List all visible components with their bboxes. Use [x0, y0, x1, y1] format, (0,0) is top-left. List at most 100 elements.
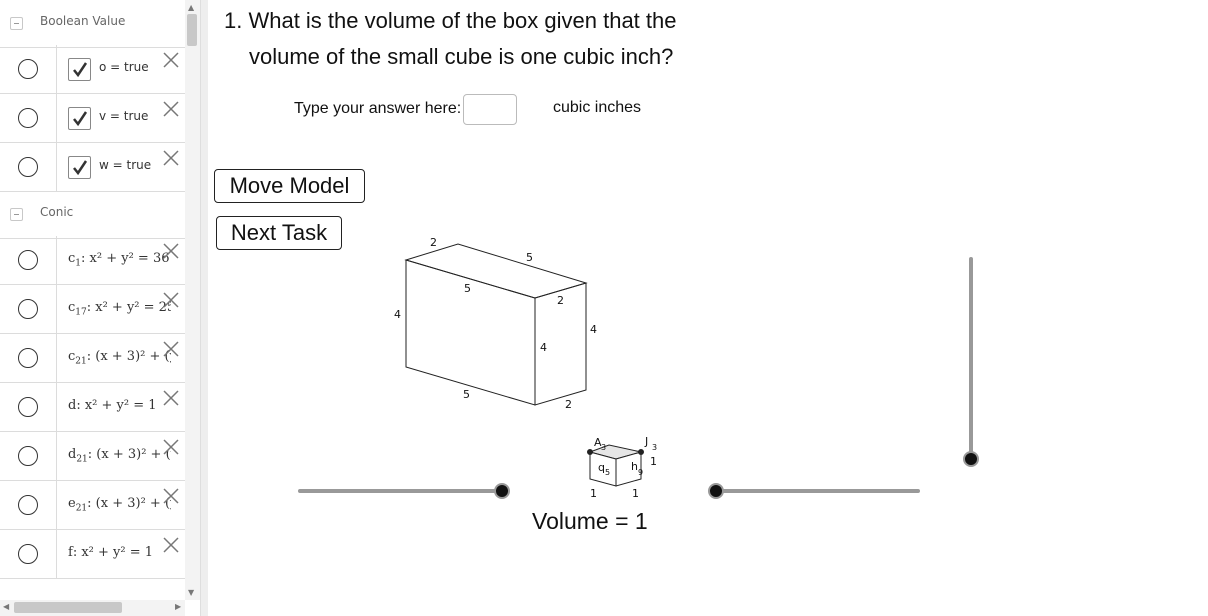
box-label: 5: [526, 251, 533, 264]
collapse-icon[interactable]: [10, 208, 23, 221]
box-label: 2: [557, 294, 564, 307]
algebra-item[interactable]: f: x² + y² = 1: [0, 530, 185, 579]
marble-cell: [0, 481, 57, 529]
scroll-up-arrow-icon[interactable]: ▲: [188, 3, 194, 12]
boolean-checkbox[interactable]: [68, 156, 91, 179]
item-equation: : x² + y² = 1: [72, 545, 154, 560]
box-label: 2: [565, 398, 572, 411]
vertical-slider-knob[interactable]: [963, 451, 979, 467]
marble-cell: [0, 45, 57, 93]
cube-label-h: h: [631, 460, 638, 473]
delete-icon[interactable]: [162, 149, 180, 167]
checkmark-icon: [73, 160, 88, 176]
vertical-slider[interactable]: [963, 257, 979, 467]
item-subscript: 21: [75, 503, 88, 514]
marble-cell: [0, 236, 57, 284]
visibility-toggle-icon[interactable]: [18, 157, 38, 177]
boolean-checkbox[interactable]: [68, 107, 91, 130]
horizontal-scrollbar-thumb[interactable]: [14, 602, 122, 613]
visibility-toggle-icon[interactable]: [18, 108, 38, 128]
vertical-scrollbar[interactable]: [185, 0, 200, 600]
box-label: 5: [464, 282, 471, 295]
cube-label-bottom-right: 1: [632, 487, 639, 500]
cube-label-right: 1: [650, 455, 657, 468]
algebra-item[interactable]: v = true: [0, 94, 185, 143]
algebra-item[interactable]: e21: (x + 3)² + (y −: [0, 481, 185, 530]
algebra-item[interactable]: d: x² + y² = 1: [0, 383, 185, 432]
checkmark-icon: [73, 62, 88, 78]
algebra-view: Boolean Value o = true v = true w = true Con…: [0, 0, 200, 616]
item-definition: d21: (x + 3)² + (y −: [68, 447, 171, 465]
box-label: 5: [463, 388, 470, 401]
item-name: e: [68, 496, 76, 511]
algebra-list: Boolean Value o = true v = true w = true Con…: [0, 0, 185, 600]
delete-icon[interactable]: [162, 487, 180, 505]
visibility-toggle-icon[interactable]: [18, 299, 38, 319]
point-a3[interactable]: [587, 449, 593, 455]
right-slider-knob[interactable]: [708, 483, 724, 499]
delete-icon[interactable]: [162, 100, 180, 118]
marble-cell: [0, 94, 57, 142]
left-slider-knob[interactable]: [494, 483, 510, 499]
delete-icon[interactable]: [162, 389, 180, 407]
item-definition: e21: (x + 3)² + (y −: [68, 496, 171, 514]
item-equation: : (x + 3)² + (y −: [86, 349, 171, 364]
delete-icon[interactable]: [162, 242, 180, 260]
item-definition: d: x² + y² = 1: [68, 398, 171, 416]
algebra-item[interactable]: o = true: [0, 45, 185, 94]
item-equation: : (x + 3)² + (y −: [87, 447, 171, 462]
right-slider[interactable]: [708, 483, 920, 499]
scroll-left-arrow-icon[interactable]: ◀: [3, 602, 9, 611]
visibility-toggle-icon[interactable]: [18, 544, 38, 564]
cube-label-bottom-left: 1: [590, 487, 597, 500]
algebra-item[interactable]: d21: (x + 3)² + (y −: [0, 432, 185, 481]
boolean-checkbox[interactable]: [68, 58, 91, 81]
delete-icon[interactable]: [162, 51, 180, 69]
item-equation: : x² + y² = 25: [86, 300, 171, 315]
collapse-icon[interactable]: [10, 17, 23, 30]
item-equation: : (x + 3)² + (y −: [87, 496, 171, 511]
group-title: Conic: [40, 205, 74, 219]
scroll-right-arrow-icon[interactable]: ▶: [175, 602, 181, 611]
rectangular-box: [404, 243, 588, 406]
visibility-toggle-icon[interactable]: [18, 250, 38, 270]
marble-cell: [0, 383, 57, 431]
item-definition: f: x² + y² = 1: [68, 545, 171, 563]
point-j3[interactable]: [638, 449, 644, 455]
box-label: 4: [590, 323, 597, 336]
visibility-toggle-icon[interactable]: [18, 348, 38, 368]
vertical-scrollbar-thumb[interactable]: [187, 14, 197, 46]
visibility-toggle-icon[interactable]: [18, 495, 38, 515]
volume-readout: Volume = 1: [532, 508, 648, 534]
delete-icon[interactable]: [162, 340, 180, 358]
marble-cell: [0, 143, 57, 191]
cube-label-h-sub: 9: [638, 468, 643, 477]
group-title: Boolean Value: [40, 14, 126, 28]
visibility-toggle-icon[interactable]: [18, 446, 38, 466]
cube-label-j: J: [644, 435, 648, 448]
view-divider[interactable]: [200, 0, 208, 616]
algebra-item[interactable]: w = true: [0, 143, 185, 192]
algebra-item[interactable]: c21: (x + 3)² + (y −: [0, 334, 185, 383]
algebra-item[interactable]: c17: x² + y² = 25: [0, 285, 185, 334]
marble-cell: [0, 334, 57, 382]
marble-cell: [0, 432, 57, 480]
box-label: 2: [430, 236, 437, 249]
item-definition: c17: x² + y² = 25: [68, 300, 171, 318]
item-subscript: 21: [75, 356, 87, 367]
cube-label-q-sub: 5: [605, 468, 610, 477]
cube-label-q: q: [598, 461, 605, 474]
box-label: 4: [540, 341, 547, 354]
group-header: Boolean Value: [0, 0, 185, 48]
delete-icon[interactable]: [162, 536, 180, 554]
delete-icon[interactable]: [162, 438, 180, 456]
algebra-item[interactable]: c1: x² + y² = 36: [0, 236, 185, 285]
left-slider[interactable]: [298, 483, 510, 499]
visibility-toggle-icon[interactable]: [18, 59, 38, 79]
item-definition: c21: (x + 3)² + (y −: [68, 349, 171, 367]
delete-icon[interactable]: [162, 291, 180, 309]
cube-label-j-sub: 3: [652, 443, 657, 452]
scroll-down-arrow-icon[interactable]: ▼: [188, 588, 194, 597]
visibility-toggle-icon[interactable]: [18, 397, 38, 417]
box-label: 4: [394, 308, 401, 321]
